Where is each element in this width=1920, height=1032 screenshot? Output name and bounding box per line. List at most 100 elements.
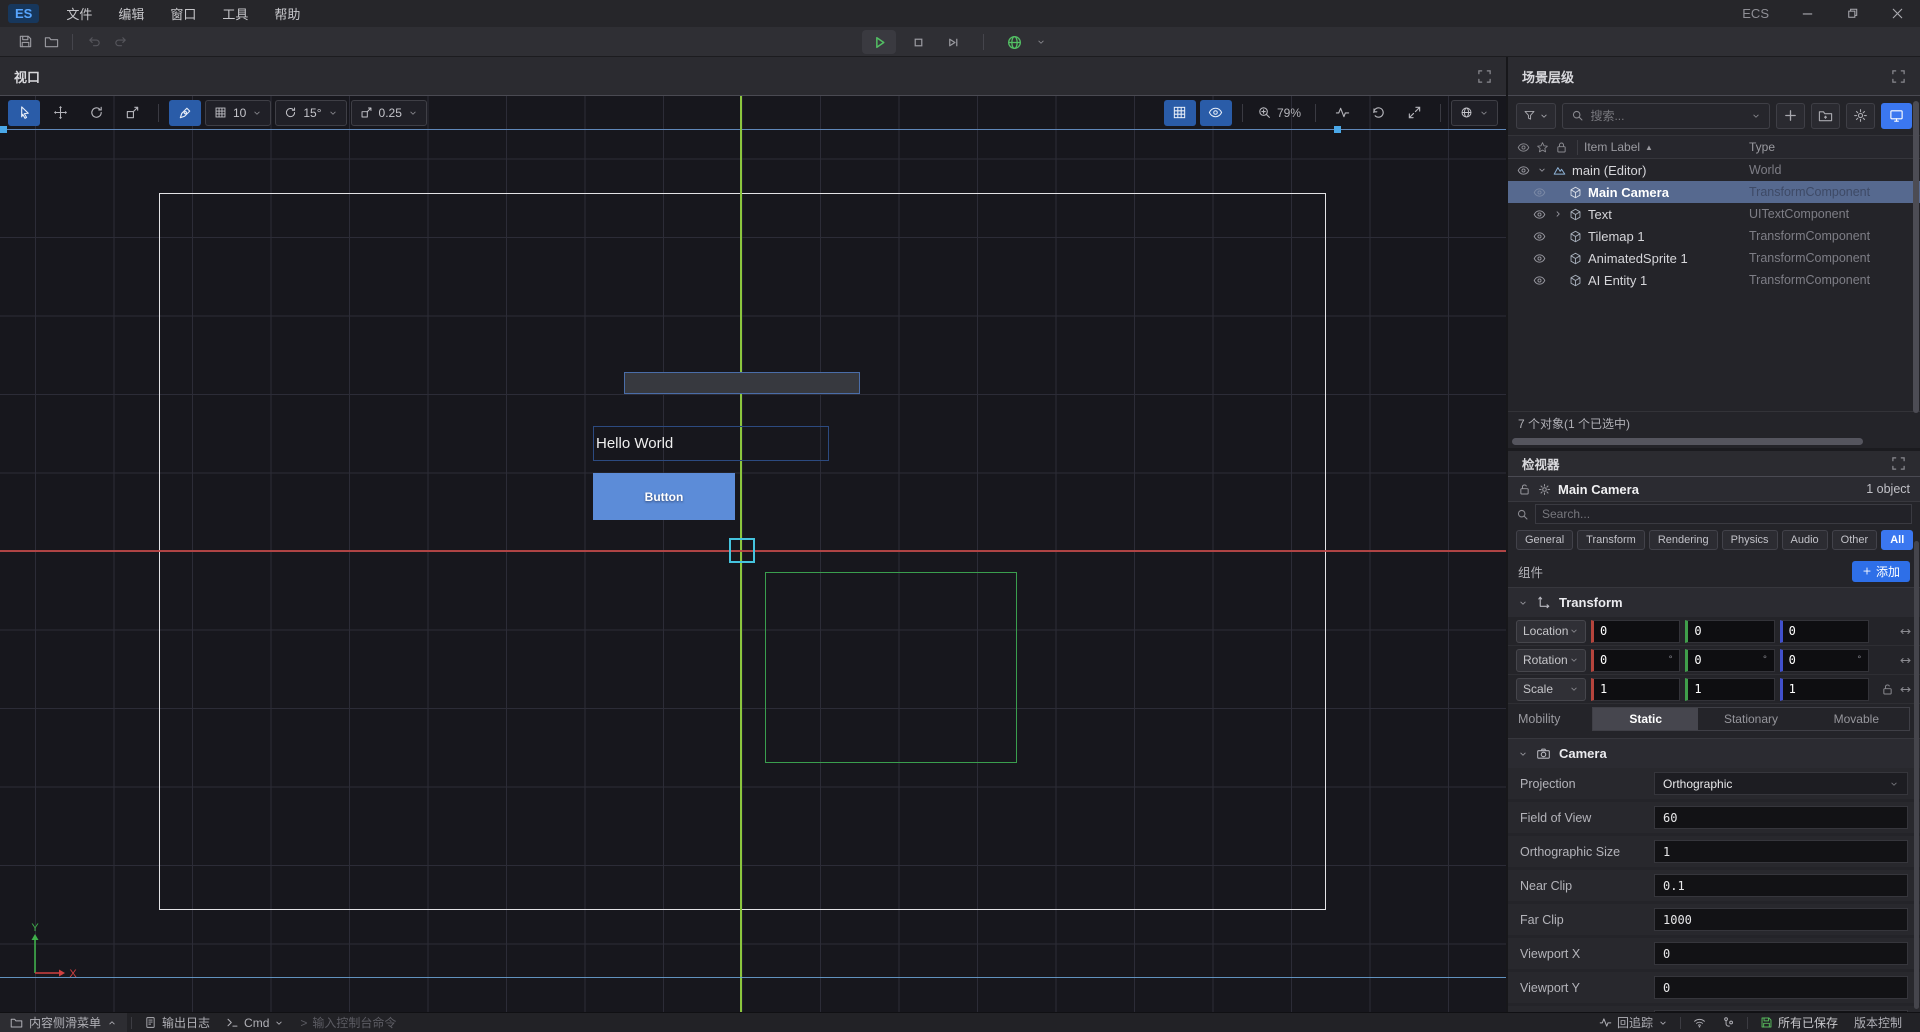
tree-row-text[interactable]: Text UITextComponent [1508,203,1920,225]
move-tool-button[interactable] [44,100,76,126]
eye-column-icon[interactable] [1514,141,1533,154]
expand-fields-icon[interactable] [1899,654,1912,667]
close-button[interactable] [1875,0,1920,27]
location-mode-dropdown[interactable]: Location [1516,620,1586,643]
near-clip-field[interactable]: 0.1 [1654,874,1908,897]
zoom-control[interactable]: 79% [1253,100,1305,126]
location-z-field[interactable]: 0 [1780,620,1869,643]
scale-snap-dropdown[interactable]: 0.25 [351,100,427,126]
hierarchy-search-input[interactable] [1590,109,1745,123]
stop-button[interactable] [905,30,931,54]
reset-view-button[interactable] [1362,100,1394,126]
minimize-button[interactable] [1785,0,1830,27]
rotation-y-field[interactable]: 0° [1685,649,1774,672]
filter-button[interactable] [1516,103,1556,129]
viewport-canvas[interactable]: Hello World Button Y X [0,96,1506,1012]
eye-icon[interactable] [1530,252,1549,265]
network-mode-button[interactable] [1001,30,1027,54]
tree-row-tilemap[interactable]: Tilemap 1 TransformComponent [1508,225,1920,247]
tree-row-main[interactable]: main (Editor) World [1508,159,1920,181]
mobility-static[interactable]: Static [1593,708,1698,730]
scale-y-field[interactable]: 1 [1685,678,1774,701]
column-type[interactable]: Type [1749,140,1775,154]
vertical-scrollbar[interactable] [1913,101,1919,413]
scene-green-region[interactable] [765,572,1017,763]
transform-section-header[interactable]: Transform [1508,587,1920,617]
grid-toggle-button[interactable] [1164,100,1196,126]
redo-button[interactable] [107,30,133,54]
selection-handle[interactable] [0,126,7,133]
camera-section-header[interactable]: Camera [1508,738,1920,768]
eye-icon[interactable] [1530,208,1549,221]
maximize-button[interactable] [1830,0,1875,27]
tab-general[interactable]: General [1516,530,1573,550]
chevron-down-icon[interactable] [1036,37,1046,47]
stats-button[interactable] [1326,100,1358,126]
source-control-button[interactable] [1714,1016,1743,1029]
eye-icon[interactable] [1514,164,1533,177]
tab-transform[interactable]: Transform [1577,530,1645,550]
expand-fields-icon[interactable] [1899,683,1912,696]
tab-all[interactable]: All [1881,530,1913,550]
eye-icon[interactable] [1530,230,1549,243]
menu-edit[interactable]: 编辑 [105,0,157,27]
star-column-icon[interactable] [1533,141,1552,154]
scene-button-widget[interactable]: Button [593,473,735,520]
undo-button[interactable] [81,30,107,54]
runtime-view-button[interactable] [1881,103,1912,129]
world-view-dropdown[interactable] [1451,100,1498,126]
expand-icon[interactable] [1477,69,1492,84]
gear-icon[interactable] [1538,483,1551,496]
inspector-search-input[interactable] [1542,507,1905,521]
scene-slider-widget[interactable] [624,372,860,394]
mobility-movable[interactable]: Movable [1804,708,1909,730]
content-drawer-button[interactable]: 内容侧滑菜单 [0,1013,127,1032]
location-y-field[interactable]: 0 [1685,620,1774,643]
grid-snap-dropdown[interactable]: 10 [205,100,271,126]
eye-icon[interactable] [1530,186,1549,199]
play-button[interactable] [862,30,896,54]
menu-help[interactable]: 帮助 [261,0,313,27]
chevron-right-icon[interactable] [1549,209,1566,219]
far-clip-field[interactable]: 1000 [1654,908,1908,931]
expand-icon[interactable] [1891,69,1906,84]
tab-physics[interactable]: Physics [1722,530,1778,550]
tab-other[interactable]: Other [1832,530,1878,550]
viewport-x-field[interactable]: 0 [1654,942,1908,965]
version-control-button[interactable]: 版本控制 [1846,1014,1910,1031]
rotation-z-field[interactable]: 0° [1780,649,1869,672]
hierarchy-search[interactable] [1562,103,1770,129]
rotate-tool-button[interactable] [80,100,112,126]
rotation-mode-dropdown[interactable]: Rotation [1516,649,1586,672]
rotation-x-field[interactable]: 0° [1591,649,1680,672]
ortho-size-field[interactable]: 1 [1654,840,1908,863]
menu-window[interactable]: 窗口 [157,0,209,27]
scale-z-field[interactable]: 1 [1780,678,1869,701]
network-status-button[interactable] [1685,1016,1714,1029]
scale-x-field[interactable]: 1 [1591,678,1680,701]
tab-audio[interactable]: Audio [1782,530,1828,550]
add-entity-button[interactable] [1776,103,1805,129]
projection-dropdown[interactable]: Orthographic [1654,772,1908,795]
rotate-snap-dropdown[interactable]: 15° [275,100,346,126]
menu-file[interactable]: 文件 [53,0,105,27]
scene-text-widget[interactable]: Hello World [593,426,829,461]
menu-tools[interactable]: 工具 [209,0,261,27]
fov-field[interactable]: 60 [1654,806,1908,829]
traceback-dropdown[interactable]: 回追踪 [1591,1014,1676,1031]
sort-asc-icon[interactable]: ▲ [1645,143,1653,152]
open-button[interactable] [38,30,64,54]
chevron-down-icon[interactable] [1533,165,1550,175]
console-command-input[interactable]: > 输入控制台命令 [292,1014,404,1031]
selection-gizmo-box[interactable] [729,538,755,563]
eye-icon[interactable] [1530,274,1549,287]
inspector-search-box[interactable] [1535,504,1912,524]
snap-tool-button[interactable] [169,100,201,126]
cmd-dropdown[interactable]: Cmd [218,1016,292,1030]
scale-mode-dropdown[interactable]: Scale [1516,678,1586,701]
mobility-stationary[interactable]: Stationary [1698,708,1803,730]
expand-fields-icon[interactable] [1899,625,1912,638]
output-log-button[interactable]: 输出日志 [136,1014,218,1031]
add-component-button[interactable]: 添加 [1852,561,1910,582]
tab-rendering[interactable]: Rendering [1649,530,1718,550]
